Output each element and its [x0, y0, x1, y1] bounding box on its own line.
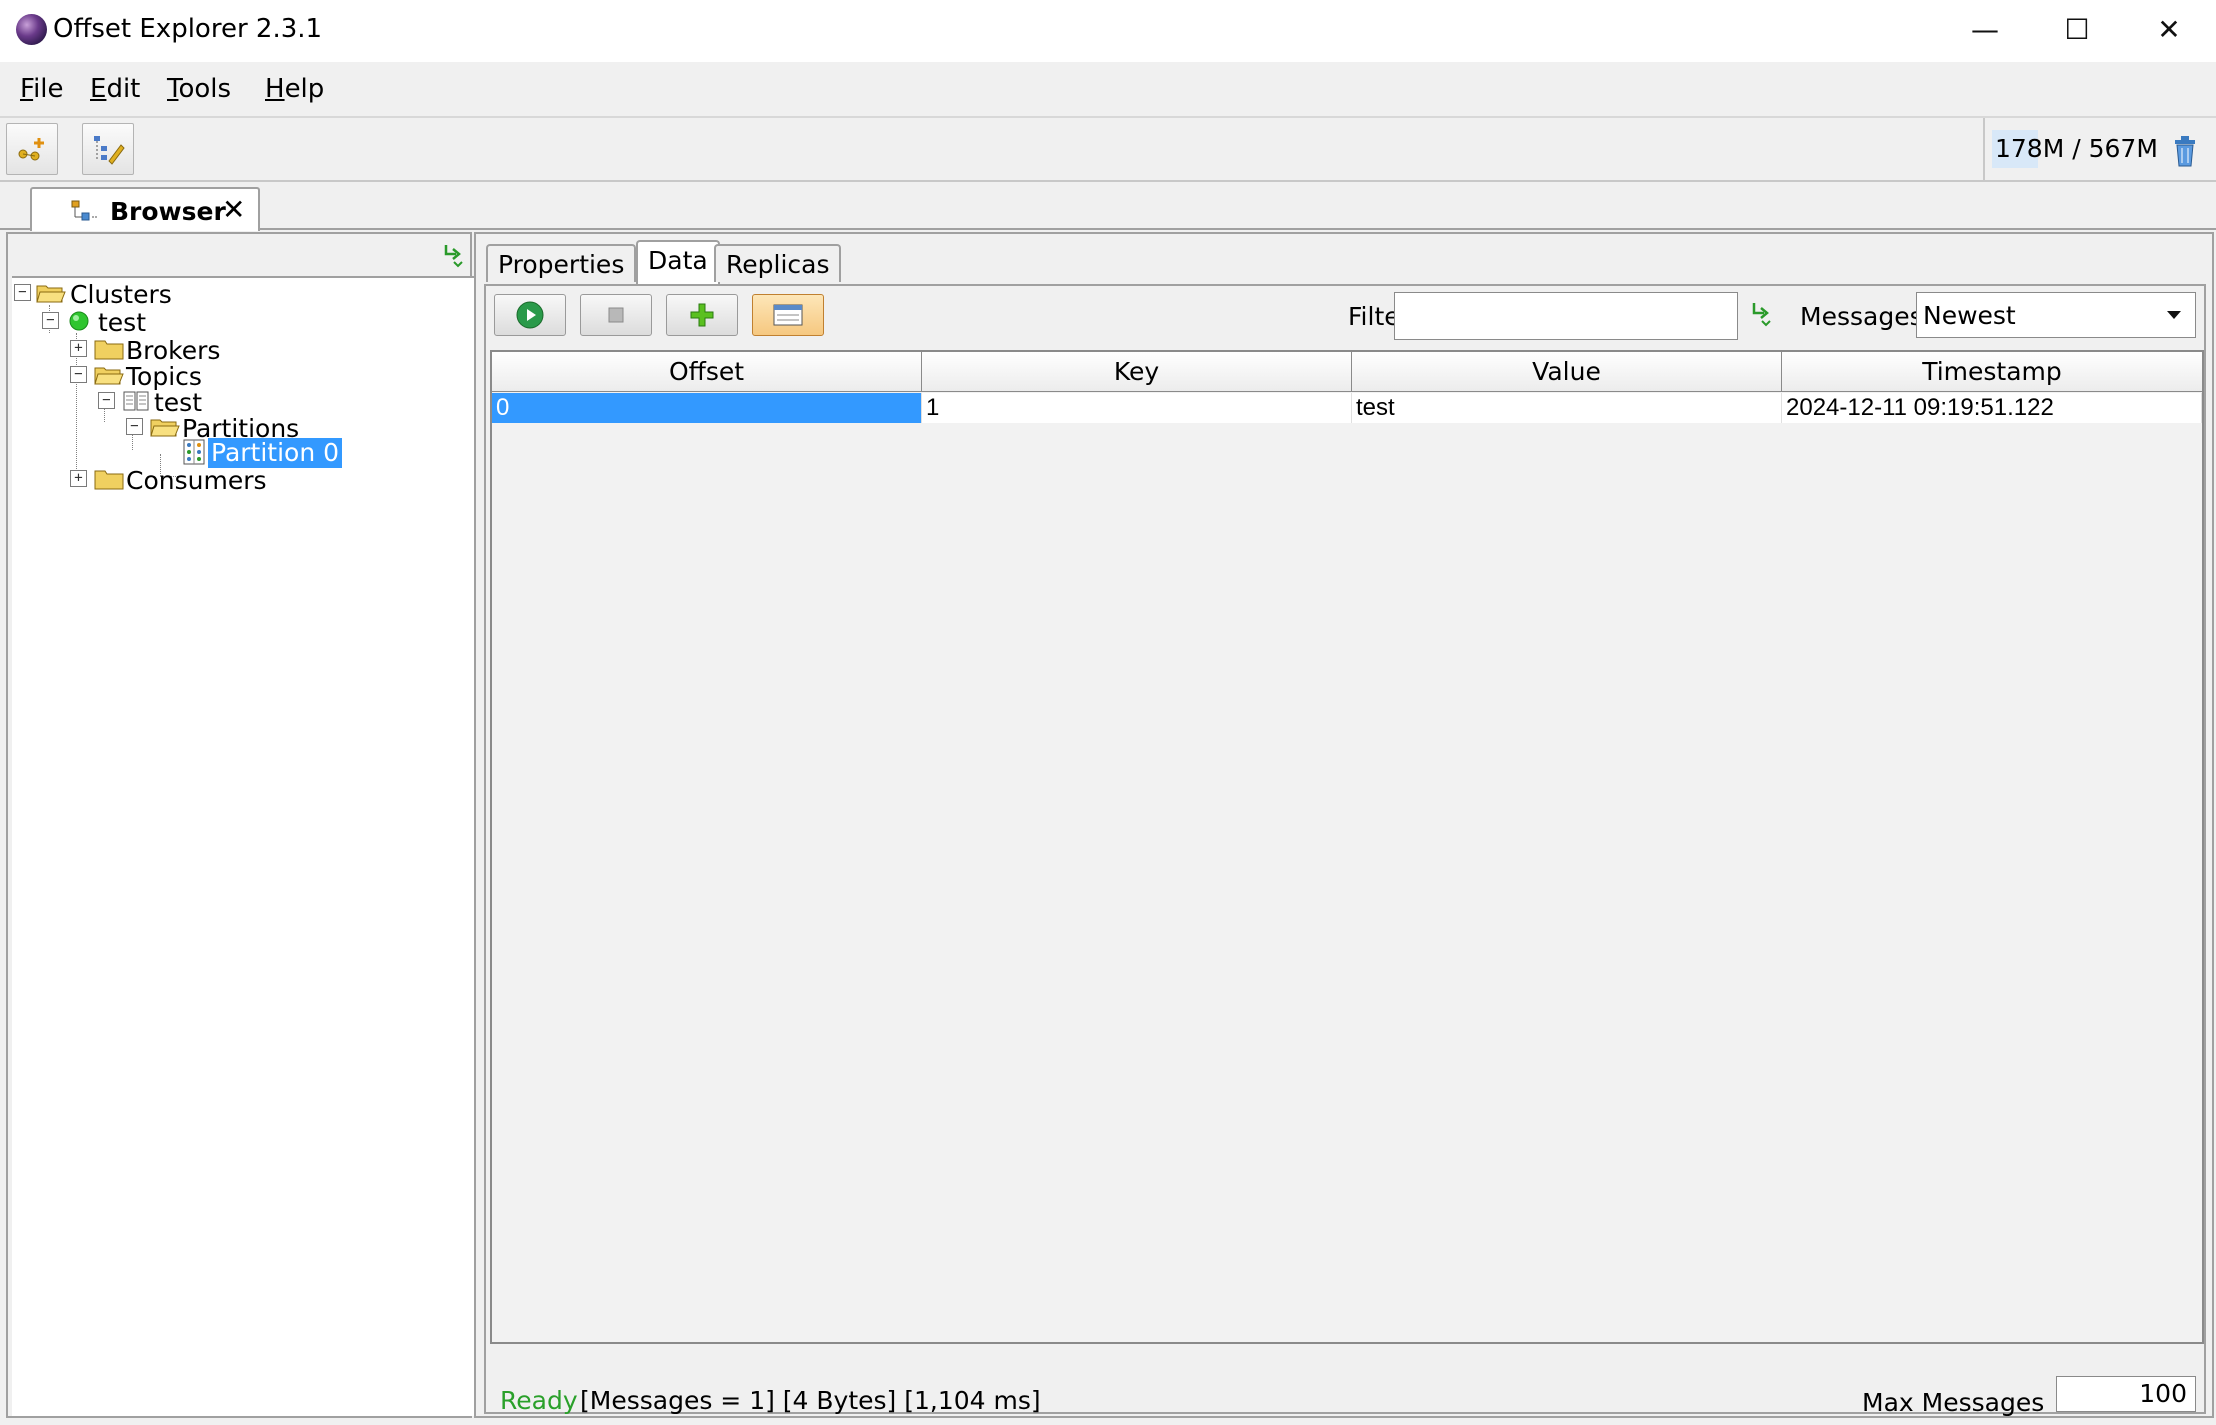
messages-table: Offset Key Value Timestamp 0 1 test 2024… [490, 350, 2204, 1344]
cluster-tree: − Clusters − test + Brokers − Topics − t… [12, 276, 478, 1416]
partition-icon [183, 439, 205, 465]
messages-label: Messages [1800, 302, 1923, 331]
column-header-timestamp[interactable]: Timestamp [1782, 352, 2202, 392]
tree-edit-icon [94, 136, 125, 165]
menu-tools-mnemonic: T [167, 74, 179, 104]
messages-select[interactable]: Newest [1916, 292, 2196, 338]
close-button[interactable]: ✕ [2123, 0, 2215, 58]
tab-strip-baseline [0, 228, 2216, 230]
edit-tree-button[interactable] [82, 123, 134, 175]
cluster-connected-icon [69, 311, 89, 331]
menu-help[interactable]: Help [265, 74, 324, 104]
column-header-key[interactable]: Key [922, 352, 1352, 392]
tab-browser-close-button[interactable]: ✕ [222, 193, 245, 226]
memory-indicator: 178M / 567M [1983, 118, 2216, 182]
chevron-down-icon [2167, 311, 2181, 319]
add-cluster-icon [18, 138, 44, 161]
toggle-detail-view-button[interactable] [752, 294, 824, 336]
tree-toggle-topics[interactable]: − [70, 366, 87, 383]
column-header-offset[interactable]: Offset [492, 352, 922, 392]
tree-node-topics[interactable]: Topics [126, 362, 202, 391]
app-logo-icon [16, 14, 47, 45]
cell-key[interactable]: 1 [922, 393, 1352, 423]
detail-panel: Properties Data Replicas Filter Messages… [474, 232, 2214, 1418]
data-tab-content: Filter Messages Newest Offset Key Value … [484, 284, 2206, 1417]
main-tab-strip: Browser ✕ [0, 182, 2216, 231]
menu-file[interactable]: File [20, 74, 64, 104]
tree-toggle-brokers[interactable]: + [70, 340, 87, 357]
tree-node-brokers[interactable]: Brokers [126, 336, 220, 365]
tree-node-cluster[interactable]: test [98, 308, 146, 337]
tab-browser[interactable]: Browser ✕ [30, 187, 260, 231]
messages-selected-value: Newest [1923, 301, 2016, 330]
tree-toggle-topic[interactable]: − [98, 392, 115, 409]
window-view-icon [773, 304, 803, 326]
tree-toggle-clusters[interactable]: − [14, 284, 31, 301]
tree-node-consumers[interactable]: Consumers [126, 466, 267, 495]
tree-node-partition-selected[interactable]: Partition 0 [208, 438, 343, 468]
max-messages-input[interactable]: 100 [2056, 1376, 2196, 1412]
tab-replicas[interactable]: Replicas [714, 244, 842, 282]
add-message-button[interactable] [666, 294, 738, 336]
menu-file-mnemonic: F [20, 74, 34, 104]
garbage-collect-icon[interactable] [2171, 134, 2199, 168]
menu-edit-mnemonic: E [90, 74, 107, 104]
open-folder-icon [94, 367, 124, 385]
browser-tree-icon [71, 200, 98, 221]
tree-node-topic[interactable]: test [154, 388, 202, 417]
add-cluster-button[interactable] [6, 123, 58, 175]
menu-edit-label: dit [106, 74, 141, 104]
tab-browser-label: Browser [110, 197, 226, 226]
tree-toggle-consumers[interactable]: + [70, 470, 87, 487]
cell-value[interactable]: test [1352, 393, 1782, 423]
column-header-value[interactable]: Value [1352, 352, 1782, 392]
folder-icon [94, 470, 124, 490]
status-ready: Ready [500, 1386, 578, 1415]
refresh-tree-icon[interactable] [440, 242, 466, 268]
toolbar: 178M / 567M [0, 118, 2216, 182]
open-folder-icon [150, 419, 180, 437]
cell-offset[interactable]: 0 [492, 393, 922, 423]
max-messages-label: Max Messages [1862, 1388, 2045, 1417]
topic-book-icon [123, 391, 149, 411]
menu-file-label: ile [33, 74, 64, 104]
menu-tools[interactable]: Tools [167, 74, 231, 104]
menu-help-label: elp [284, 74, 325, 104]
stop-button[interactable] [580, 294, 652, 336]
menu-bar: File Edit Tools Help [0, 62, 2216, 118]
status-info: [Messages = 1] [4 Bytes] [1,104 ms] [580, 1386, 1041, 1415]
retrieve-button[interactable] [494, 294, 566, 336]
menu-edit[interactable]: Edit [90, 74, 140, 104]
menu-help-mnemonic: H [265, 74, 285, 104]
tree-toggle-partitions[interactable]: − [126, 418, 143, 435]
apply-filter-icon[interactable] [1748, 300, 1774, 328]
tree-toggle-cluster[interactable]: − [42, 312, 59, 329]
tree-node-clusters[interactable]: Clusters [70, 280, 172, 309]
title-bar: Offset Explorer 2.3.1 — ☐ ✕ [0, 0, 2216, 62]
play-icon [516, 301, 544, 329]
plus-icon [690, 303, 714, 327]
minimize-button[interactable]: — [1939, 0, 2031, 58]
window-title: Offset Explorer 2.3.1 [53, 14, 323, 44]
tab-data[interactable]: Data [636, 240, 720, 284]
memory-usage-text: 178M / 567M [1995, 134, 2158, 163]
stop-icon [608, 307, 624, 323]
cell-timestamp[interactable]: 2024-12-11 09:19:51.122 [1782, 393, 2202, 423]
cluster-tree-panel: − Clusters − test + Brokers − Topics − t… [6, 232, 478, 1418]
maximize-button[interactable]: ☐ [2031, 0, 2123, 58]
filter-input[interactable] [1394, 292, 1738, 340]
open-folder-icon [36, 285, 66, 303]
folder-icon [94, 340, 124, 360]
tab-properties[interactable]: Properties [486, 244, 637, 282]
menu-tools-label: ools [178, 74, 232, 104]
